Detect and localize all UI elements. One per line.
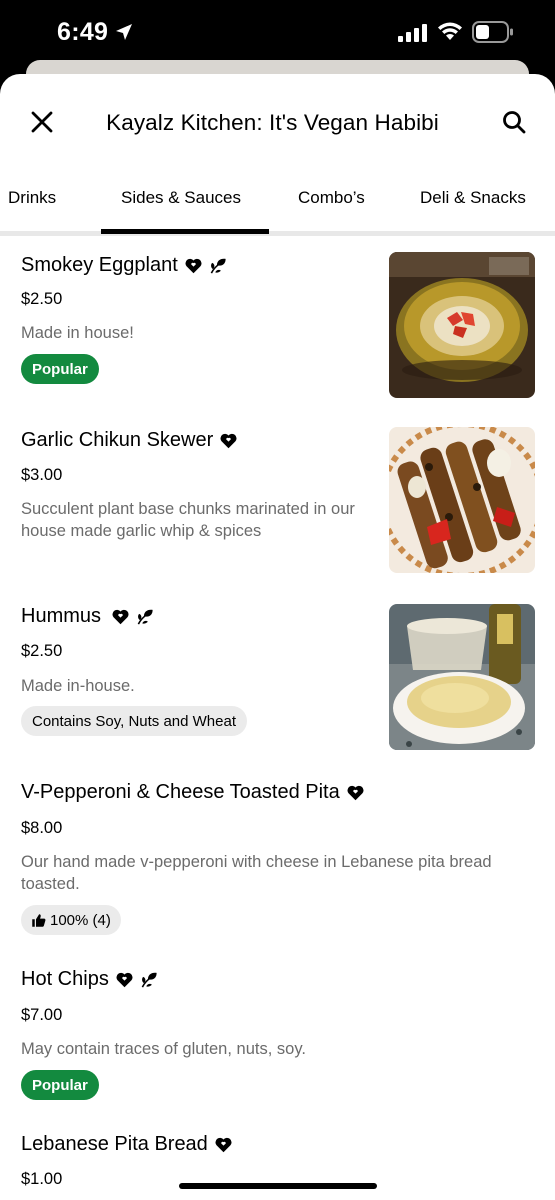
menu-item[interactable]: V-Pepperoni & Cheese Toasted Pita $8.00 …	[0, 771, 555, 941]
item-name: Hot Chips	[21, 968, 109, 990]
allergen-badge: Contains Soy, Nuts and Wheat	[21, 706, 247, 736]
item-image	[389, 252, 535, 398]
item-name-row: V-Pepperoni & Cheese Toasted Pita	[21, 781, 365, 804]
menu-sheet: Kayalz Kitchen: It's Vegan Habibi Drinks…	[0, 74, 555, 1200]
search-icon	[503, 111, 526, 134]
cellular-signal-icon	[398, 24, 427, 42]
location-arrow-icon	[116, 24, 132, 40]
rating-text: 100% (4)	[50, 911, 111, 929]
heart-icon	[347, 785, 364, 801]
item-price: $2.50	[21, 290, 63, 308]
item-price: $2.50	[21, 642, 63, 660]
item-price: $8.00	[21, 819, 63, 837]
battery-icon	[472, 21, 513, 43]
popular-badge: Popular	[21, 354, 99, 384]
item-name-row: Smokey Eggplant	[21, 254, 228, 277]
item-name: Smokey Eggplant	[21, 254, 178, 276]
item-price: $1.00	[21, 1170, 63, 1188]
tab-sides-and-sauces[interactable]: Sides & Sauces	[121, 188, 241, 208]
item-image	[389, 427, 535, 573]
item-description: Made in-house.	[21, 677, 135, 695]
rating-badge: 100% (4)	[21, 905, 121, 935]
menu-item[interactable]: Garlic Chikun Skewer $3.00 Succulent pla…	[0, 419, 555, 579]
tab-deli-and-snacks[interactable]: Deli & Snacks	[420, 188, 526, 208]
sheet-header: Kayalz Kitchen: It's Vegan Habibi	[0, 74, 555, 174]
leaf-icon	[137, 609, 153, 624]
leaf-icon	[141, 972, 157, 987]
popular-badge: Popular	[21, 1070, 99, 1100]
thumbs-up-icon	[32, 913, 46, 927]
item-price: $7.00	[21, 1006, 63, 1024]
hummus-photo	[389, 604, 535, 750]
item-price: $3.00	[21, 466, 63, 484]
status-time: 6:49	[57, 18, 109, 46]
active-tab-indicator	[101, 229, 269, 234]
item-description: Our hand made v-pepperoni with cheese in…	[21, 853, 492, 893]
search-button[interactable]	[496, 104, 532, 140]
heart-icon	[116, 972, 133, 988]
item-name-row: Hummus	[21, 605, 155, 628]
tab-combos[interactable]: Combo’s	[298, 188, 365, 208]
item-name: V-Pepperoni & Cheese Toasted Pita	[21, 781, 340, 803]
status-bar: 6:49	[0, 0, 555, 66]
smokey-eggplant-photo	[389, 252, 535, 398]
heart-icon	[215, 1137, 232, 1153]
item-description: May contain traces of gluten, nuts, soy.	[21, 1040, 306, 1058]
leaf-icon	[210, 258, 226, 273]
item-description: Made in house!	[21, 324, 134, 342]
item-name: Hummus	[21, 605, 102, 627]
item-description: Succulent plant base chunks marinated in…	[21, 500, 355, 540]
item-name: Lebanese Pita Bread	[21, 1133, 208, 1155]
menu-item[interactable]: Hot Chips $7.00 May contain traces of gl…	[0, 958, 555, 1118]
garlic-chikun-skewer-photo	[389, 427, 535, 573]
item-name-row: Garlic Chikun Skewer	[21, 429, 238, 452]
item-name-row: Hot Chips	[21, 968, 159, 991]
menu-item[interactable]: Smokey Eggplant $2.50 Made in house! Pop…	[0, 244, 555, 404]
heart-icon	[112, 609, 129, 625]
close-icon	[31, 111, 53, 133]
store-title: Kayalz Kitchen: It's Vegan Habibi	[106, 110, 439, 135]
heart-icon	[185, 258, 202, 274]
heart-icon	[220, 433, 237, 449]
close-button[interactable]	[24, 104, 60, 140]
item-name-row: Lebanese Pita Bread	[21, 1133, 233, 1156]
home-indicator[interactable]	[179, 1183, 377, 1189]
category-tabs: Drinks Sides & Sauces Combo’s Deli & Sna…	[0, 174, 555, 236]
wifi-icon	[438, 22, 462, 40]
tab-drinks[interactable]: Drinks	[8, 188, 56, 208]
item-image	[389, 604, 535, 750]
menu-item[interactable]: Hummus $2.50 Made in-house. Contains Soy…	[0, 595, 555, 755]
item-name: Garlic Chikun Skewer	[21, 429, 214, 451]
